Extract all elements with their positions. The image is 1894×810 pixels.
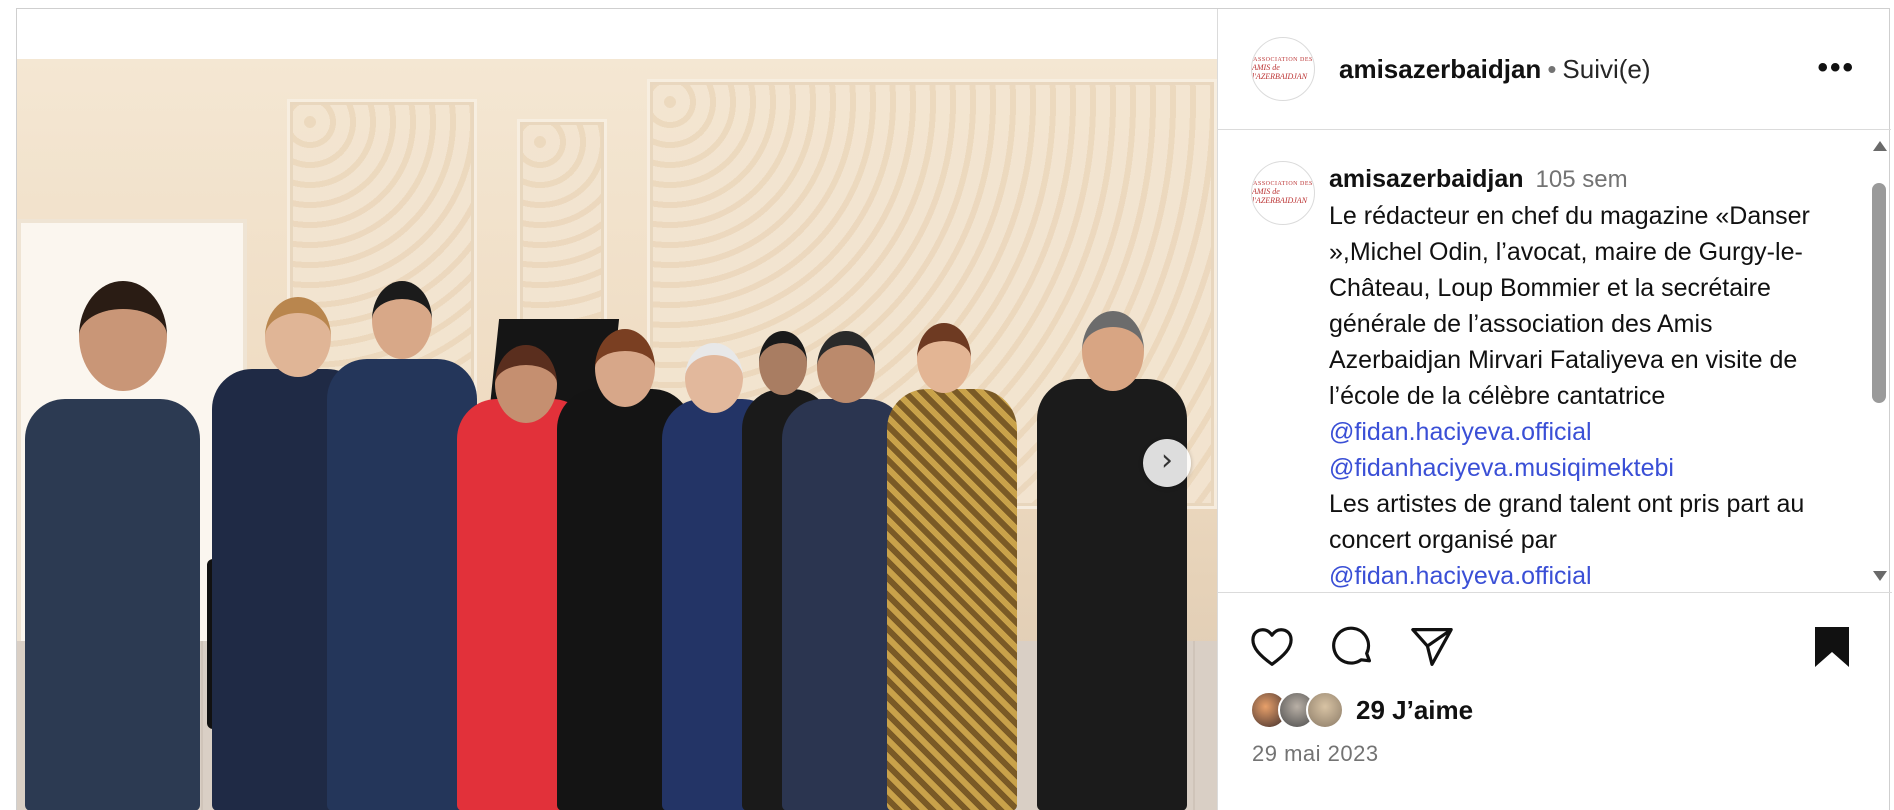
likes-count[interactable]: 29 J’aime: [1356, 695, 1473, 726]
action-icons: [1248, 623, 1456, 671]
caption-body: amisazerbaidjan 105 sem Le rédacteur en c…: [1329, 161, 1829, 591]
person-head: [817, 331, 875, 403]
caption-avatar[interactable]: ASSOCIATION DES AMIS de l'AZERBAIDJAN: [1251, 161, 1315, 225]
heart-icon[interactable]: [1248, 623, 1296, 671]
separator-dot: •: [1547, 53, 1557, 84]
caption-text-wrap: Le rédacteur en chef du magazine «Danser…: [1329, 198, 1829, 450]
person-head: [1082, 311, 1144, 391]
avatar-logo-text: AMIS de l'AZERBAIDJAN: [1252, 187, 1308, 205]
more-icon[interactable]: •••: [1817, 53, 1855, 83]
caption-time[interactable]: 105 sem: [1536, 166, 1628, 193]
person: [887, 389, 1017, 810]
comments-section: ASSOCIATION DES AMIS de l'AZERBAIDJAN am…: [1218, 131, 1892, 591]
post-date[interactable]: 29 mai 2023: [1252, 741, 1379, 767]
likes-row: 29 J’aime: [1250, 691, 1473, 729]
scroll-down-arrow[interactable]: [1873, 571, 1887, 581]
liker-avatar[interactable]: [1306, 691, 1344, 729]
caption-text: Le rédacteur en chef du magazine «Danser…: [1329, 202, 1810, 410]
person: [327, 359, 477, 810]
person: [25, 399, 200, 810]
post-modal: › ASSOCIATION DES AMIS de l'AZERBAIDJAN …: [16, 8, 1892, 810]
avatar-logo-text: AMIS de l'AZERBAIDJAN: [1252, 63, 1308, 81]
person-head: [917, 323, 971, 393]
follow-status-button[interactable]: Suivi(e): [1562, 54, 1650, 85]
caption-row: ASSOCIATION DES AMIS de l'AZERBAIDJAN am…: [1218, 131, 1892, 591]
caption-text: Les artistes de grand talent ont pris pa…: [1329, 490, 1805, 554]
comment-icon[interactable]: [1328, 623, 1376, 671]
mention-link[interactable]: @fidan.haciyeva.official: [1329, 558, 1829, 591]
scrollbar-thumb[interactable]: [1872, 183, 1886, 403]
post-username[interactable]: amisazerbaidjan: [1339, 54, 1541, 85]
bookmark-icon[interactable]: [1808, 623, 1856, 671]
comments-scrollbar[interactable]: [1870, 141, 1888, 581]
person-head: [265, 297, 331, 377]
post-header: ASSOCIATION DES AMIS de l'AZERBAIDJAN am…: [1218, 9, 1891, 130]
post-photo[interactable]: [17, 59, 1217, 810]
scroll-up-arrow[interactable]: [1873, 141, 1887, 151]
mention-link[interactable]: @fidanhaciyeva.musiqimektebi: [1329, 450, 1829, 486]
chevron-right-icon: ›: [1161, 443, 1173, 478]
mention-link[interactable]: @fidan.haciyeva.official: [1329, 418, 1592, 446]
post-media: ›: [17, 9, 1217, 810]
post-sidebar: ASSOCIATION DES AMIS de l'AZERBAIDJAN am…: [1217, 9, 1892, 810]
person-head: [79, 281, 167, 391]
share-icon[interactable]: [1408, 623, 1456, 671]
person-head: [685, 343, 743, 413]
profile-avatar[interactable]: ASSOCIATION DES AMIS de l'AZERBAIDJAN: [1251, 37, 1315, 101]
person-head: [372, 281, 432, 359]
person-head: [495, 345, 557, 423]
caption-username[interactable]: amisazerbaidjan: [1329, 165, 1524, 193]
person-head: [759, 331, 807, 395]
post-actions: 29 J’aime 29 mai 2023: [1218, 592, 1892, 810]
person-head: [595, 329, 655, 407]
next-image-button[interactable]: ›: [1143, 439, 1191, 487]
